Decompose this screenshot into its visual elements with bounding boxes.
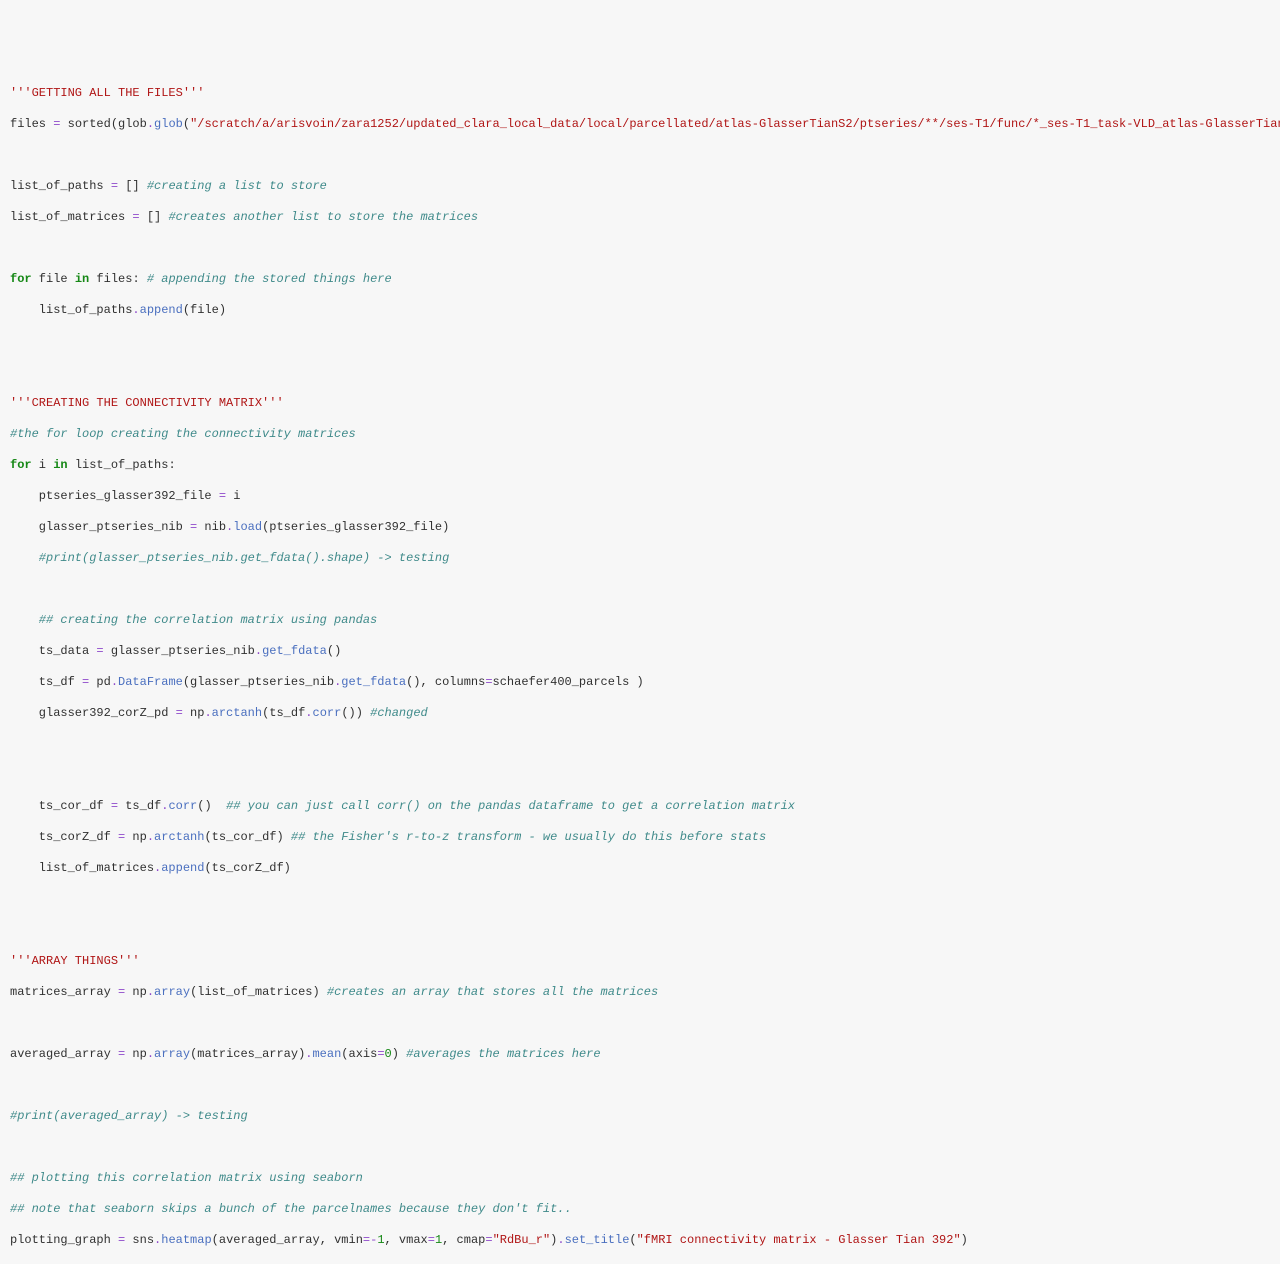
blank-line (10, 1078, 1270, 1094)
comment: ## the Fisher's r-to-z transform - we us… (291, 830, 766, 844)
code-line: ts_cor_df = ts_df.corr() ## you can just… (10, 799, 1270, 815)
code-line: glasser_ptseries_nib = nib.load(ptseries… (10, 520, 1270, 536)
keyword-in: in (75, 272, 89, 286)
code-line: list_of_paths = [] #creating a list to s… (10, 179, 1270, 195)
keyword-in: in (53, 458, 67, 472)
blank-line (10, 582, 1270, 598)
blank-line (10, 892, 1270, 908)
code-line: #print(glasser_ptseries_nib.get_fdata().… (10, 551, 1270, 567)
comment: ## creating the correlation matrix using… (10, 613, 377, 627)
code-line: '''ARRAY THINGS''' (10, 954, 1270, 970)
code-line: ## creating the correlation matrix using… (10, 613, 1270, 629)
keyword-for: for (10, 458, 32, 472)
code-line: '''CREATING THE CONNECTIVITY MATRIX''' (10, 396, 1270, 412)
code-line: list_of_matrices.append(ts_corZ_df) (10, 861, 1270, 877)
comment: # appending the stored things here (147, 272, 392, 286)
blank-line (10, 923, 1270, 939)
docstring: '''GETTING ALL THE FILES''' (10, 86, 204, 100)
blank-line (10, 241, 1270, 257)
code-line: files = sorted(glob.glob("/scratch/a/ari… (10, 117, 1270, 133)
path-string: "/scratch/a/arisvoin/zara1252/updated_cl… (190, 117, 1280, 131)
code-line: ptseries_glasser392_file = i (10, 489, 1270, 505)
blank-line (10, 365, 1270, 381)
code-line: list_of_paths.append(file) (10, 303, 1270, 319)
comment: #creates another list to store the matri… (168, 210, 478, 224)
blank-line (10, 1140, 1270, 1156)
code-line: list_of_matrices = [] #creates another l… (10, 210, 1270, 226)
code-line: averaged_array = np.array(matrices_array… (10, 1047, 1270, 1063)
blank-line (10, 1016, 1270, 1032)
comment: #changed (370, 706, 428, 720)
docstring: '''ARRAY THINGS''' (10, 954, 140, 968)
comment: ## you can just call corr() on the panda… (226, 799, 795, 813)
code-line: ts_df = pd.DataFrame(glasser_ptseries_ni… (10, 675, 1270, 691)
code-line: #print(averaged_array) -> testing (10, 1109, 1270, 1125)
code-line: matrices_array = np.array(list_of_matric… (10, 985, 1270, 1001)
code-line: glasser392_corZ_pd = np.arctanh(ts_df.co… (10, 706, 1270, 722)
code-line: #the for loop creating the connectivity … (10, 427, 1270, 443)
comment: #the for loop creating the connectivity … (10, 427, 356, 441)
blank-line (10, 148, 1270, 164)
comment: #creating a list to store (147, 179, 327, 193)
comment: #creates an array that stores all the ma… (327, 985, 658, 999)
comment: #averages the matrices here (406, 1047, 600, 1061)
blank-line (10, 334, 1270, 350)
blank-line (10, 768, 1270, 784)
code-line: for i in list_of_paths: (10, 458, 1270, 474)
code-line: for file in files: # appending the store… (10, 272, 1270, 288)
code-line: ## note that seaborn skips a bunch of th… (10, 1202, 1270, 1218)
code-cell[interactable]: '''GETTING ALL THE FILES''' files = sort… (10, 70, 1270, 1264)
comment: #print(glasser_ptseries_nib.get_fdata().… (10, 551, 449, 565)
keyword-for: for (10, 272, 32, 286)
comment: ## plotting this correlation matrix usin… (10, 1171, 363, 1185)
code-line: '''GETTING ALL THE FILES''' (10, 86, 1270, 102)
blank-line (10, 737, 1270, 753)
code-line: ts_corZ_df = np.arctanh(ts_cor_df) ## th… (10, 830, 1270, 846)
code-line: ts_data = glasser_ptseries_nib.get_fdata… (10, 644, 1270, 660)
comment: ## note that seaborn skips a bunch of th… (10, 1202, 572, 1216)
docstring: '''CREATING THE CONNECTIVITY MATRIX''' (10, 396, 284, 410)
code-line: ## plotting this correlation matrix usin… (10, 1171, 1270, 1187)
code-line: plotting_graph = sns.heatmap(averaged_ar… (10, 1233, 1270, 1249)
comment: #print(averaged_array) -> testing (10, 1109, 248, 1123)
